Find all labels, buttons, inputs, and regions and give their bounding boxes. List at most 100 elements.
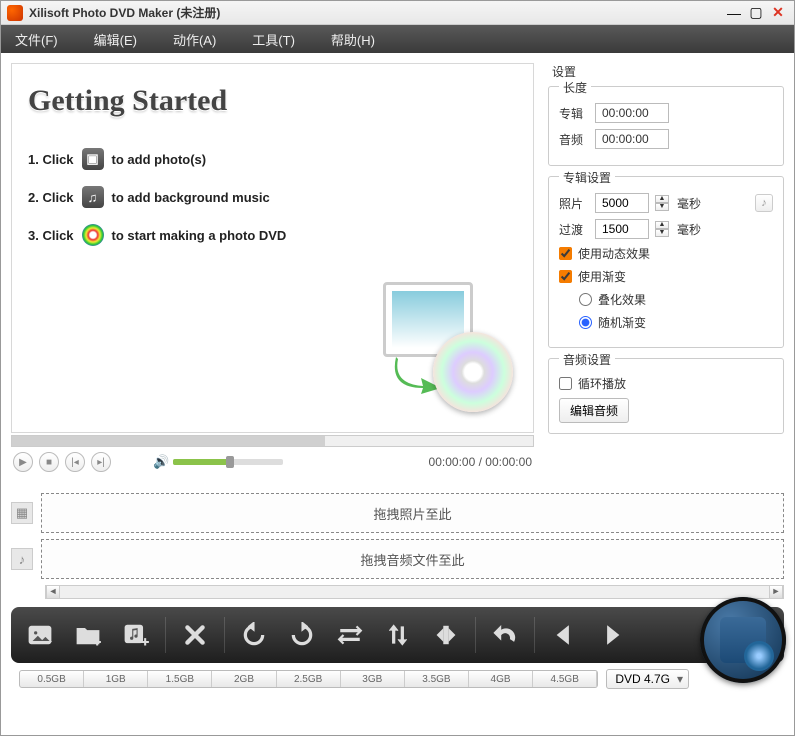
sort-button[interactable] xyxy=(379,616,417,654)
playback-timecode: 00:00:00 / 00:00:00 xyxy=(429,455,532,469)
capacity-tick: 4.5GB xyxy=(533,671,597,687)
shuffle-button[interactable] xyxy=(331,616,369,654)
sync-music-icon[interactable]: ♪ xyxy=(755,194,773,212)
random-fade-radio[interactable] xyxy=(579,316,592,329)
minimize-button[interactable]: — xyxy=(724,5,744,21)
capacity-ruler: 0.5GB1GB1.5GB2GB2.5GB3GB3.5GB4GB4.5GB xyxy=(19,670,598,688)
timeline-panel: ▦ 拖拽照片至此 ♪ 拖拽音频文件至此 ◄ ► xyxy=(1,483,794,599)
add-photo-icon: ▣ xyxy=(82,148,104,170)
stop-button[interactable]: ■ xyxy=(39,452,59,472)
transition-duration-unit: 毫秒 xyxy=(677,221,701,238)
capacity-tick: 4GB xyxy=(469,671,533,687)
scroll-right-button[interactable]: ► xyxy=(769,586,783,598)
capacity-tick: 1GB xyxy=(84,671,148,687)
step-3: 3. Click to start making a photo DVD xyxy=(28,224,517,246)
step-2-text: to add background music xyxy=(112,190,270,205)
prev-button[interactable]: |◂ xyxy=(65,452,85,472)
loop-playback-checkbox[interactable] xyxy=(559,377,572,390)
scroll-left-button[interactable]: ◄ xyxy=(46,586,60,598)
length-group-label: 长度 xyxy=(559,79,591,96)
preview-scrollbar[interactable] xyxy=(11,435,534,447)
svg-text:+: + xyxy=(93,634,101,648)
disc-size-selector[interactable]: DVD 4.7G xyxy=(606,669,689,689)
capacity-tick: 3GB xyxy=(341,671,405,687)
capacity-bar: 0.5GB1GB1.5GB2GB2.5GB3GB3.5GB4GB4.5GB DV… xyxy=(19,669,784,689)
burn-disc-icon xyxy=(82,224,104,246)
delete-button[interactable] xyxy=(176,616,214,654)
overlap-effect-radio[interactable] xyxy=(579,293,592,306)
rotate-ccw-button[interactable] xyxy=(235,616,273,654)
move-right-button[interactable] xyxy=(593,616,631,654)
step-1-prefix: 1. Click xyxy=(28,152,74,167)
use-fade-checkbox[interactable] xyxy=(559,270,572,283)
capacity-tick: 2.5GB xyxy=(277,671,341,687)
step-3-text: to start making a photo DVD xyxy=(112,228,287,243)
add-folder-button[interactable]: + xyxy=(69,616,107,654)
edit-audio-button[interactable]: 编辑音频 xyxy=(559,398,629,423)
photo-duration-spinner[interactable]: ▲▼ xyxy=(655,195,669,211)
photo-duration-label: 照片 xyxy=(559,195,589,212)
transition-duration-label: 过渡 xyxy=(559,221,589,238)
hero-illustration-icon xyxy=(383,282,513,412)
main-toolbar: + + xyxy=(11,607,784,663)
transition-duration-input[interactable] xyxy=(595,219,649,239)
playback-bar: ▶ ■ |◂ ▸| 🔊 00:00:00 / 00:00:00 xyxy=(11,447,534,473)
audio-track-icon: ♪ xyxy=(11,548,33,570)
add-photo-button[interactable] xyxy=(21,616,59,654)
capacity-tick: 3.5GB xyxy=(405,671,469,687)
use-fade-label: 使用渐变 xyxy=(578,268,626,285)
length-group: 长度 专辑 00:00:00 音频 00:00:00 xyxy=(548,86,784,166)
step-3-prefix: 3. Click xyxy=(28,228,74,243)
audio-length-label: 音频 xyxy=(559,131,589,148)
burn-dvd-button[interactable] xyxy=(700,597,786,683)
move-left-button[interactable] xyxy=(545,616,583,654)
menu-help[interactable]: 帮助(H) xyxy=(331,30,375,49)
transition-button[interactable] xyxy=(427,616,465,654)
photo-dropzone[interactable]: 拖拽照片至此 xyxy=(41,493,784,533)
step-1: 1. Click ▣ to add photo(s) xyxy=(28,148,517,170)
audio-length-value: 00:00:00 xyxy=(595,129,669,149)
album-length-value: 00:00:00 xyxy=(595,103,669,123)
capacity-tick: 0.5GB xyxy=(20,671,84,687)
svg-text:+: + xyxy=(141,634,149,648)
photo-track-icon: ▦ xyxy=(11,502,33,524)
capacity-tick: 2GB xyxy=(212,671,276,687)
menu-action[interactable]: 动作(A) xyxy=(173,30,216,49)
volume-slider[interactable] xyxy=(173,459,283,465)
step-2-prefix: 2. Click xyxy=(28,190,74,205)
album-settings-label: 专辑设置 xyxy=(559,169,615,186)
settings-panel: 设置 长度 专辑 00:00:00 音频 00:00:00 专辑设置 照片 ▲▼… xyxy=(544,53,794,483)
photo-duration-unit: 毫秒 xyxy=(677,195,701,212)
menu-tools[interactable]: 工具(T) xyxy=(252,30,295,49)
step-1-text: to add photo(s) xyxy=(112,152,207,167)
timeline-scrollbar[interactable]: ◄ ► xyxy=(45,585,784,599)
add-music-button[interactable]: + xyxy=(117,616,155,654)
settings-title: 设置 xyxy=(552,63,784,80)
photo-track: ▦ 拖拽照片至此 xyxy=(11,493,784,533)
overlap-effect-label: 叠化效果 xyxy=(598,291,646,308)
loop-playback-label: 循环播放 xyxy=(578,375,626,392)
audio-dropzone[interactable]: 拖拽音频文件至此 xyxy=(41,539,784,579)
titlebar: Xilisoft Photo DVD Maker (未注册) — ▢ ✕ xyxy=(1,1,794,25)
album-length-label: 专辑 xyxy=(559,105,589,122)
add-music-icon: ♫ xyxy=(82,186,104,208)
audio-settings-label: 音频设置 xyxy=(559,351,615,368)
dynamic-effect-checkbox[interactable] xyxy=(559,247,572,260)
random-fade-label: 随机渐变 xyxy=(598,314,646,331)
app-logo-icon xyxy=(7,5,23,21)
close-button[interactable]: ✕ xyxy=(768,5,788,21)
rotate-cw-button[interactable] xyxy=(283,616,321,654)
menubar: 文件(F) 编辑(E) 动作(A) 工具(T) 帮助(H) xyxy=(1,25,794,53)
play-button[interactable]: ▶ xyxy=(13,452,33,472)
next-button[interactable]: ▸| xyxy=(91,452,111,472)
maximize-button[interactable]: ▢ xyxy=(746,5,766,21)
dynamic-effect-label: 使用动态效果 xyxy=(578,245,650,262)
window-title: Xilisoft Photo DVD Maker (未注册) xyxy=(29,4,722,21)
menu-edit[interactable]: 编辑(E) xyxy=(94,30,137,49)
album-settings-group: 专辑设置 照片 ▲▼ 毫秒 ♪ 过渡 ▲▼ 毫秒 使用动态效果 使用渐变 xyxy=(548,176,784,348)
audio-track: ♪ 拖拽音频文件至此 xyxy=(11,539,784,579)
menu-file[interactable]: 文件(F) xyxy=(15,30,58,49)
undo-button[interactable] xyxy=(486,616,524,654)
transition-duration-spinner[interactable]: ▲▼ xyxy=(655,221,669,237)
photo-duration-input[interactable] xyxy=(595,193,649,213)
